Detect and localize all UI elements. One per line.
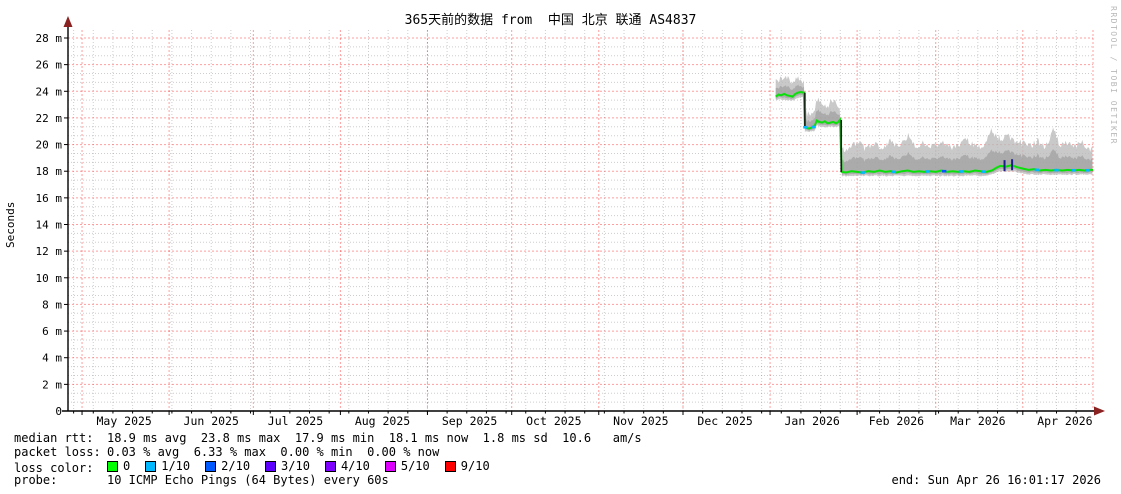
loss-legend-item: 9/10 xyxy=(445,459,490,473)
probe-label: probe: xyxy=(14,473,107,487)
loss-legend-label: 4/10 xyxy=(341,459,370,473)
loss-color-swatch xyxy=(325,461,336,472)
packet-loss-label: packet loss: xyxy=(14,445,107,459)
y-tick-label: 10 m xyxy=(36,272,63,285)
y-tick-label: 2 m xyxy=(42,378,62,391)
loss-color-swatch xyxy=(385,461,396,472)
graph-footer: median rtt:18.9 ms avg 23.8 ms max 17.9 … xyxy=(14,431,1107,487)
y-tick-label: 22 m xyxy=(36,112,63,125)
loss-legend-label: 1/10 xyxy=(161,459,190,473)
loss-legend-item: 0 xyxy=(107,459,130,473)
loss-legend-item: 1/10 xyxy=(145,459,190,473)
x-axis-arrow xyxy=(1094,407,1105,416)
y-tick-label: 24 m xyxy=(36,85,63,98)
loss-legend-label: 0 xyxy=(123,459,130,473)
loss-color-swatch xyxy=(145,461,156,472)
loss-color-swatch xyxy=(205,461,216,472)
y-tick-label: 6 m xyxy=(42,325,62,338)
loss-legend-label: 3/10 xyxy=(281,459,310,473)
median-rtt-values: 18.9 ms avg 23.8 ms max 17.9 ms min 18.1… xyxy=(107,431,642,445)
loss-color-swatch xyxy=(265,461,276,472)
x-month-label: Dec 2025 xyxy=(697,414,752,428)
loss-color-swatch xyxy=(445,461,456,472)
y-tick-label: 12 m xyxy=(36,245,63,258)
plot-area: 0 2 m 4 m 6 m 8 m 10 m 12 m 14 m 16 m 18 m 20 m 22 … xyxy=(0,0,1121,430)
y-tick-label: 0 xyxy=(55,405,62,418)
smoke-band-inner xyxy=(776,84,1093,175)
y-axis-arrow xyxy=(64,16,73,27)
y-tick-label: 14 m xyxy=(36,219,63,232)
x-month-label: Sep 2025 xyxy=(442,414,497,428)
smokeping-latency-graph: 365天前的数据 from 中国 北京 联通 AS4837 Seconds RR… xyxy=(0,0,1121,494)
x-month-label: Jun 2025 xyxy=(184,414,239,428)
x-month-label: Oct 2025 xyxy=(526,414,581,428)
loss-color-swatch xyxy=(107,461,118,472)
loss-legend-label: 5/10 xyxy=(401,459,430,473)
x-month-label: Jul 2025 xyxy=(268,414,323,428)
loss-legend-item: 4/10 xyxy=(325,459,370,473)
loss-legend-label: 9/10 xyxy=(461,459,490,473)
loss-legend-item: 5/10 xyxy=(385,459,430,473)
median-rtt-label: median rtt: xyxy=(14,431,107,445)
y-tick-label: 8 m xyxy=(42,298,62,311)
loss-color-legend: 0 1/10 2/10 3/10 4/10 5/10 9/10 xyxy=(107,459,505,473)
x-month-label: Aug 2025 xyxy=(355,414,410,428)
y-tick-label: 20 m xyxy=(36,139,63,152)
x-month-label: Jan 2026 xyxy=(784,414,839,428)
end-timestamp: end: Sun Apr 26 16:01:17 2026 xyxy=(891,473,1101,487)
probe-value: 10 ICMP Echo Pings (64 Bytes) every 60s xyxy=(107,473,389,487)
x-month-label: Apr 2026 xyxy=(1037,414,1092,428)
x-month-label: Feb 2026 xyxy=(869,414,924,428)
y-tick-label: 28 m xyxy=(36,32,63,45)
y-tick-label: 4 m xyxy=(42,352,62,365)
y-tick-label: 26 m xyxy=(36,59,63,72)
packet-loss-values: 0.03 % avg 6.33 % max 0.00 % min 0.00 % … xyxy=(107,445,439,459)
y-tick-label: 18 m xyxy=(36,165,63,178)
x-month-label: Nov 2025 xyxy=(613,414,668,428)
median-rtt-row: median rtt:18.9 ms avg 23.8 ms max 17.9 … xyxy=(14,431,1107,445)
loss-legend-item: 2/10 xyxy=(205,459,250,473)
loss-legend-item: 3/10 xyxy=(265,459,310,473)
probe-row: probe:10 ICMP Echo Pings (64 Bytes) ever… xyxy=(14,473,1107,487)
packet-loss-row: packet loss:0.03 % avg 6.33 % max 0.00 %… xyxy=(14,445,1107,459)
y-tick-label: 16 m xyxy=(36,192,63,205)
loss-color-row: loss color:01/102/103/104/105/109/10 xyxy=(14,459,1107,473)
loss-legend-label: 2/10 xyxy=(221,459,250,473)
x-month-label: Mar 2026 xyxy=(950,414,1005,428)
x-month-label: May 2025 xyxy=(96,414,151,428)
